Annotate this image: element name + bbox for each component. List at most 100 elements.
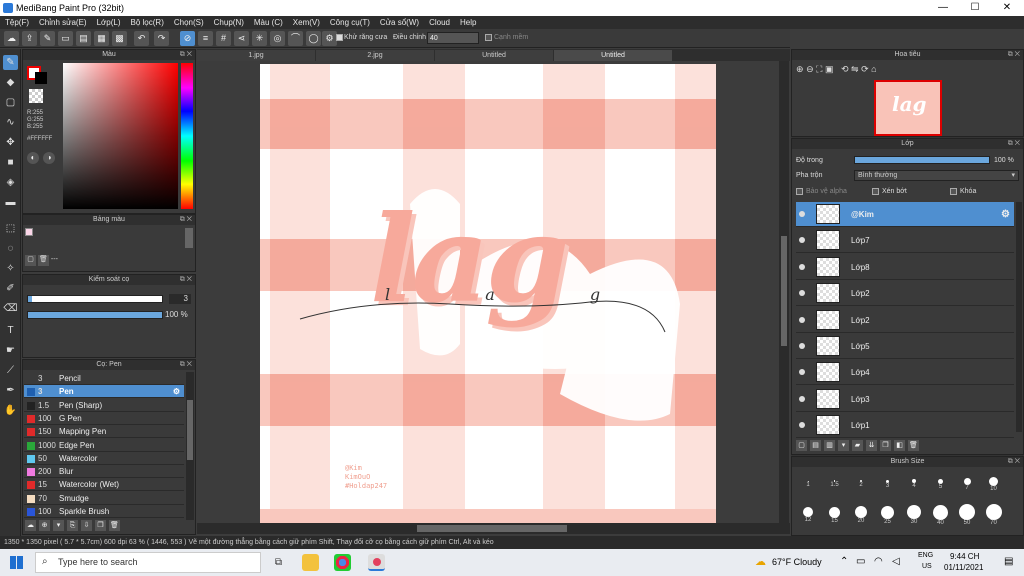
layer-row[interactable]: Lớp1 — [796, 413, 1014, 439]
brush-size-option[interactable]: 15 — [823, 502, 847, 526]
layer-row[interactable]: Lớp3 — [796, 387, 1014, 412]
delete-palette-icon[interactable]: 🗑 — [37, 255, 49, 266]
brush-size-option[interactable]: 4 — [902, 471, 926, 495]
actual-size-icon[interactable]: ▣ — [825, 64, 834, 74]
tab-1-jpg[interactable]: 1.jpg — [197, 50, 315, 61]
visibility-icon[interactable] — [799, 369, 805, 376]
palette-swatch[interactable] — [25, 228, 33, 236]
ellipse-snap-icon[interactable]: ◯ — [306, 31, 321, 46]
brush-item[interactable]: 200 Blur — [24, 465, 184, 479]
visibility-icon[interactable] — [799, 316, 805, 323]
blend-mode-dropdown[interactable]: Bình thường ▾ — [854, 170, 1019, 181]
canvas-horizontal-scrollbar[interactable] — [197, 523, 790, 534]
flip-icon[interactable]: ⇋ — [851, 64, 859, 74]
hand-tool-icon[interactable]: ✋ — [3, 403, 18, 418]
brush-settings-icon[interactable]: ⚙ — [173, 385, 180, 398]
zoom-out-icon[interactable]: ⊖ — [806, 64, 814, 74]
layer-settings-icon[interactable]: ⚙ — [1001, 209, 1010, 220]
brush-size-option[interactable]: 12 — [796, 502, 820, 526]
brush-item[interactable]: 100 Sparkle Brush — [24, 505, 184, 518]
chrome-icon[interactable] — [334, 554, 351, 571]
add-brush-icon[interactable]: ⊕ — [39, 520, 50, 531]
menu-color[interactable]: Màu (C) — [249, 16, 288, 29]
panel-close-icon[interactable]: ⧉ ✕ — [180, 215, 192, 225]
brush-list-scrollbar[interactable] — [186, 372, 194, 520]
menu-view[interactable]: Xem(V) — [288, 16, 325, 29]
brush-item[interactable]: 100 G Pen — [24, 412, 184, 425]
hue-slider[interactable] — [181, 63, 193, 209]
brush-size-option[interactable]: 20 — [849, 502, 873, 526]
operation-tool-icon[interactable]: ☛ — [3, 343, 18, 358]
taskbar-search-input[interactable]: Type here to search — [35, 552, 261, 573]
new-halftone-layer-icon[interactable]: ▤ — [810, 440, 821, 451]
menu-help[interactable]: Help — [455, 16, 481, 29]
parallel-snap-icon[interactable]: ≡ — [198, 31, 213, 46]
weather-text[interactable]: 67°F Cloudy — [772, 557, 822, 567]
layer-row[interactable]: @Kim ⚙ — [796, 202, 1014, 227]
circle-snap-icon[interactable]: ◎ — [270, 31, 285, 46]
layer-row[interactable]: Lớp7 — [796, 228, 1014, 254]
tab-2-jpg[interactable]: 2.jpg — [316, 50, 434, 61]
minimize-button[interactable]: — — [928, 1, 958, 15]
brush-size-option[interactable]: 2 — [849, 471, 873, 495]
volume-icon[interactable]: ◁ — [892, 556, 900, 567]
redo-icon[interactable]: ↷ — [154, 31, 169, 46]
layer-row[interactable]: Lớp2 — [796, 281, 1014, 307]
panel-close-icon[interactable]: ⧉ ✕ — [180, 50, 192, 60]
new-palette-icon[interactable]: ▢ — [25, 255, 36, 266]
share-icon[interactable]: ⇪ — [22, 31, 37, 46]
visibility-icon[interactable] — [799, 395, 805, 402]
brush-item[interactable]: 3 Pen ⚙ — [24, 385, 184, 399]
page-icon[interactable]: ▭ — [58, 31, 73, 46]
duplicate-layer-icon[interactable]: ❐ — [880, 440, 891, 451]
artwork-canvas[interactable]: lag l a g @Kim KimOuO #Holdap247 — [260, 64, 716, 523]
protect-alpha-checkbox[interactable] — [796, 188, 803, 195]
visibility-icon[interactable] — [799, 211, 805, 217]
folder-icon[interactable]: ▰ — [852, 440, 863, 451]
move-tool-icon[interactable]: ✥ — [3, 135, 18, 150]
zoom-in-icon[interactable]: ⊕ — [796, 64, 804, 74]
brush-size-option[interactable]: 7 — [955, 471, 979, 495]
language-code[interactable]: ENG — [918, 552, 933, 559]
panel-close-icon[interactable]: ⧉ ✕ — [180, 275, 192, 285]
color-slider-icon[interactable]: ◑ — [43, 152, 55, 164]
brush-size-option[interactable]: 70 — [982, 502, 1006, 526]
cloud-icon[interactable]: ☁ — [4, 31, 19, 46]
brush-item[interactable]: 15 Watercolor (Wet) — [24, 478, 184, 492]
eyedropper-icon[interactable]: ✒ — [3, 383, 18, 398]
settings-icon[interactable]: ⚙ — [322, 31, 337, 46]
menu-cloud[interactable]: Cloud — [424, 16, 455, 29]
brush-size-option[interactable]: 1 — [796, 471, 820, 495]
brush-size-option[interactable]: 25 — [876, 502, 900, 526]
radial-snap-icon[interactable]: ✳ — [252, 31, 267, 46]
crisscross-snap-icon[interactable]: # — [216, 31, 231, 46]
adjust-dropdown[interactable]: 40 — [427, 32, 479, 44]
brush-item[interactable]: 70 Smudge — [24, 492, 184, 505]
smooth-checkbox[interactable] — [485, 34, 492, 41]
brush-size-option[interactable]: 50 — [955, 502, 979, 526]
magic-wand-icon[interactable]: ✧ — [3, 261, 18, 276]
dot-tool-icon[interactable]: ▢ — [3, 95, 18, 110]
visibility-icon[interactable] — [799, 343, 805, 349]
notifications-icon[interactable]: ▤ — [1004, 556, 1013, 567]
fill-rect-tool-icon[interactable]: ■ — [3, 155, 18, 170]
canvas-vertical-scrollbar[interactable] — [779, 61, 789, 523]
select-pen-icon[interactable]: ✐ — [3, 281, 18, 296]
layer-mask-icon[interactable]: ◧ — [894, 440, 905, 451]
brush-item[interactable]: 150 Mapping Pen — [24, 425, 184, 439]
tab-untitled-2[interactable]: Untitled — [554, 50, 672, 61]
brush-menu-icon[interactable]: ▾ — [53, 520, 64, 531]
brush-copy-icon[interactable]: ⎘ — [67, 520, 78, 531]
lasso-tool-icon[interactable]: ◌ — [3, 241, 18, 256]
tab-untitled-1[interactable]: Untitled — [435, 50, 553, 61]
windows-start-icon[interactable] — [10, 556, 23, 569]
brush-import-icon[interactable]: ⇩ — [81, 520, 92, 531]
curve-tool-icon[interactable]: ∿ — [3, 115, 18, 130]
brush-item[interactable]: 3 Pencil — [24, 372, 184, 385]
text-tool-icon[interactable]: T — [3, 323, 18, 338]
brush-tool-icon[interactable]: ✎ — [3, 55, 18, 70]
new-layer-menu-icon[interactable]: ▾ — [838, 440, 849, 451]
brush-item[interactable]: 1.5 Pen (Sharp) — [24, 399, 184, 412]
lock-checkbox[interactable] — [950, 188, 957, 195]
brush-cloud-icon[interactable]: ☁ — [25, 520, 36, 531]
